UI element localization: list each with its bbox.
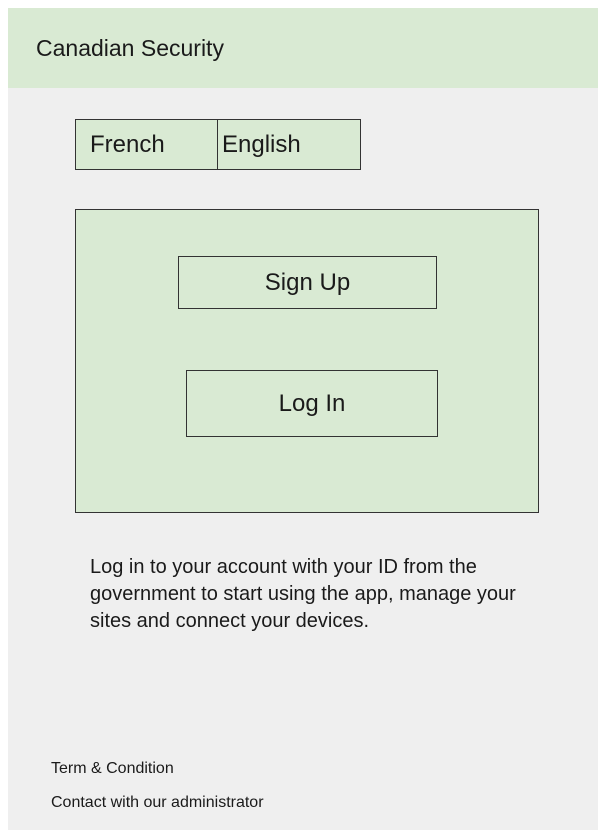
auth-panel: Sign Up Log In [75, 209, 539, 513]
log-in-button[interactable]: Log In [186, 370, 438, 437]
app-screen: Canadian Security French English Sign Up… [8, 8, 598, 830]
language-switch: French English [75, 119, 361, 170]
terms-link[interactable]: Term & Condition [51, 759, 174, 779]
login-description: Log in to your account with your ID from… [90, 556, 516, 632]
app-header: Canadian Security [8, 8, 598, 88]
language-option-english[interactable]: English [218, 120, 360, 169]
sign-up-button[interactable]: Sign Up [178, 256, 437, 309]
app-title: Canadian Security [36, 35, 224, 61]
contact-admin-link[interactable]: Contact with our administrator [51, 793, 264, 813]
language-option-french[interactable]: French [76, 120, 218, 169]
